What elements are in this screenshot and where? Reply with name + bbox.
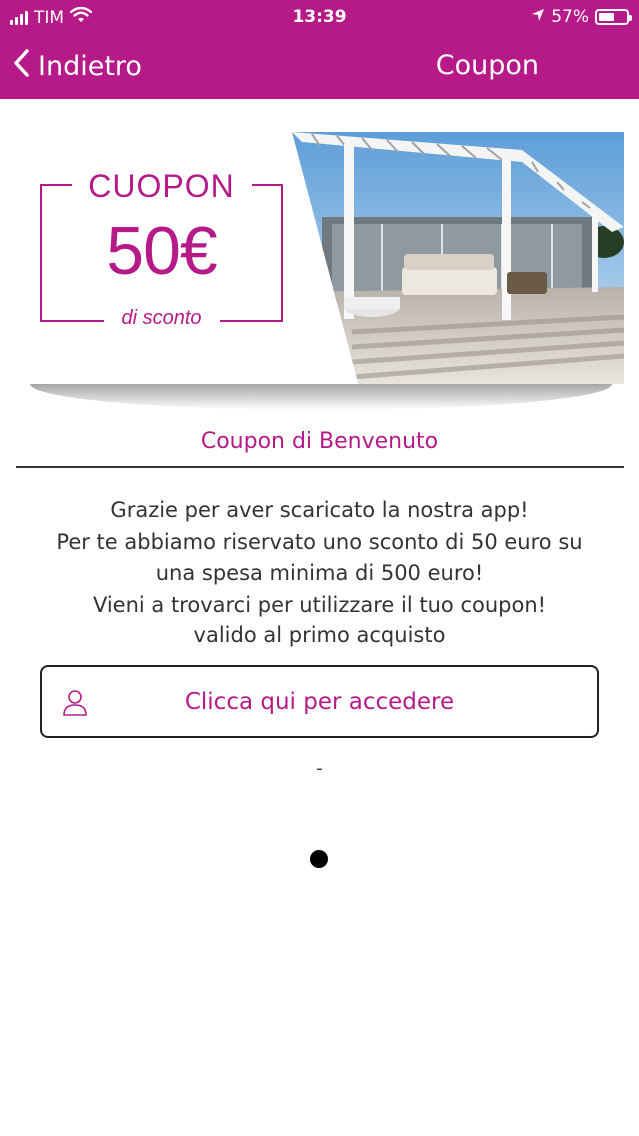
page-indicator-dot [310, 850, 328, 868]
description-line: Per te abbiamo riservato uno sconto di 5… [56, 529, 583, 554]
description-line: una spesa minima di 500 euro! [155, 561, 484, 585]
app-header: TIM 13:39 57% Indietro Coupon [0, 0, 639, 99]
description-line: Vieni a trovarci per utilizzare il tuo c… [92, 592, 547, 617]
login-button[interactable]: Clicca qui per accedere [40, 665, 599, 738]
coupon-description: Grazie per aver scaricato la nostra app!… [0, 495, 639, 621]
description-line: Grazie per aver scaricato la nostra app! [110, 498, 529, 522]
chevron-left-icon [12, 48, 30, 85]
battery-percent: 57% [551, 7, 589, 27]
validity-text: valido al primo acquisto [193, 623, 446, 647]
pergola-photo [292, 132, 624, 384]
status-right: 57% [531, 7, 632, 27]
battery-icon [595, 9, 632, 25]
coupon-amount: 50€ [106, 213, 217, 289]
separator-text: - [316, 758, 323, 779]
location-arrow-icon [531, 7, 545, 27]
coupon-heading: CUOPON [88, 168, 235, 204]
back-button[interactable]: Indietro [12, 48, 142, 85]
status-bar: TIM 13:39 57% [0, 0, 639, 36]
login-button-label: Clicca qui per accedere [184, 689, 455, 715]
banner-shadow [30, 384, 612, 410]
divider [16, 466, 624, 468]
back-label: Indietro [38, 51, 142, 82]
navigation-bar: Indietro Coupon [0, 40, 639, 95]
battery-fill [599, 13, 614, 21]
page-title: Coupon [435, 50, 539, 81]
coupon-subtitle: di sconto [121, 307, 202, 329]
section-title: Coupon di Benvenuto [200, 429, 439, 454]
